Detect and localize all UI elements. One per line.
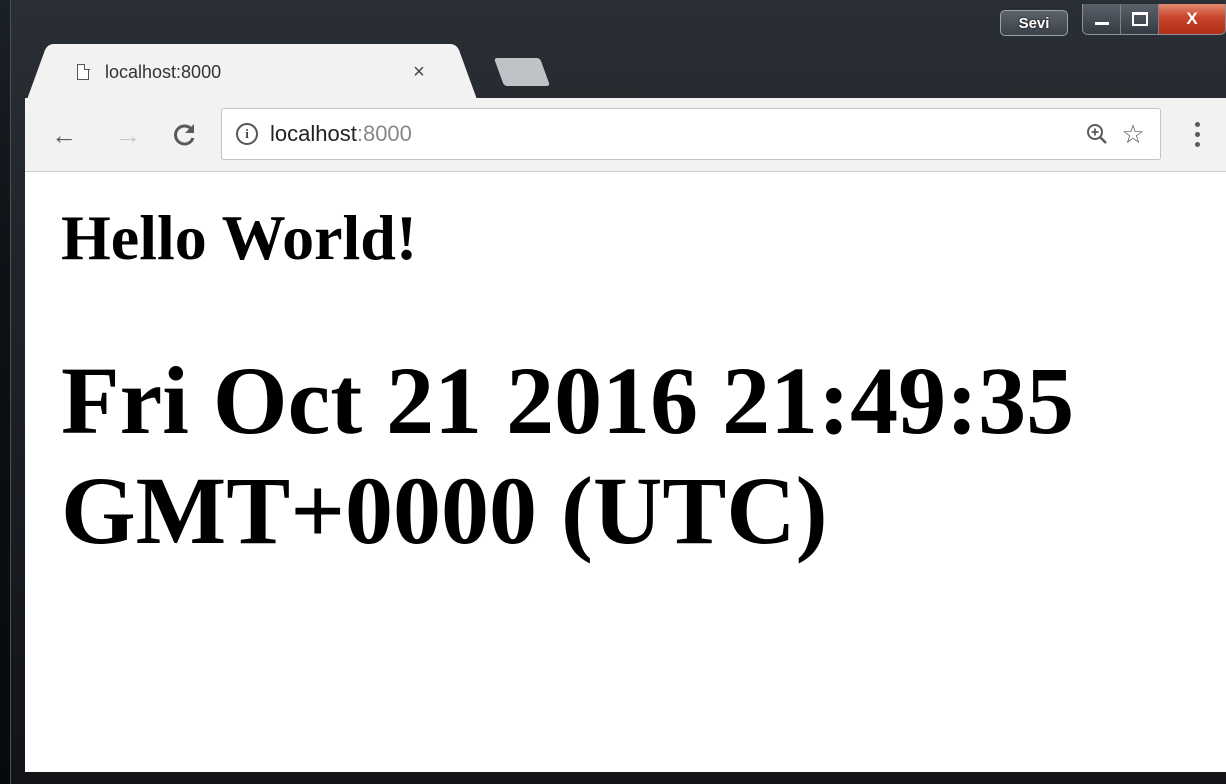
reload-button[interactable] — [170, 120, 200, 150]
forward-arrow-icon: → — [115, 119, 141, 150]
hello-heading: Hello World! — [61, 202, 418, 273]
forward-button[interactable]: → — [113, 120, 143, 150]
url-host: localhost — [270, 121, 357, 146]
tab-close-icon[interactable]: × — [409, 61, 429, 84]
profile-name: Sevi — [1018, 14, 1050, 32]
desktop-background: Sevi X localhost:8000 × ← → i localhost:… — [0, 0, 1226, 784]
address-bar[interactable]: i localhost:8000 ☆ — [221, 108, 1161, 160]
page-icon — [77, 63, 90, 80]
page-content: Hello World! Fri Oct 21 2016 21:49:35 GM… — [25, 172, 1226, 772]
caption-controls: Sevi X — [1000, 0, 1226, 40]
toolbar: ← → i localhost:8000 ☆ — [25, 98, 1226, 172]
datetime-heading: Fri Oct 21 2016 21:49:35 GMT+0000 (UTC) — [61, 347, 1075, 564]
tab-strip: localhost:8000 × — [51, 44, 651, 100]
close-window-button[interactable]: X — [1159, 4, 1225, 34]
menu-dot-icon — [1194, 141, 1200, 147]
maximize-button[interactable] — [1121, 4, 1159, 34]
url-text[interactable]: localhost:8000 — [270, 121, 1082, 147]
star-glyph: ☆ — [1121, 118, 1145, 149]
minimize-icon — [1094, 21, 1109, 25]
maximize-icon — [1131, 12, 1148, 26]
zoom-in-icon — [1087, 124, 1107, 144]
info-icon[interactable]: i — [236, 123, 258, 145]
menu-dot-icon — [1194, 121, 1200, 127]
menu-dot-icon — [1194, 131, 1200, 137]
back-button[interactable]: ← — [49, 120, 79, 150]
info-glyph: i — [245, 126, 249, 141]
reload-icon — [174, 124, 195, 146]
close-icon: X — [1186, 9, 1198, 28]
zoom-icon[interactable] — [1082, 119, 1112, 149]
profile-button[interactable]: Sevi — [1000, 10, 1068, 36]
browser-window: Sevi X localhost:8000 × ← → i localhost:… — [10, 0, 1226, 784]
url-port: :8000 — [356, 121, 412, 146]
back-arrow-icon: ← — [51, 119, 77, 150]
tab-localhost[interactable]: localhost:8000 × — [51, 44, 453, 100]
window-buttons: X — [1082, 4, 1226, 35]
minimize-button[interactable] — [1083, 4, 1121, 34]
tab-title: localhost:8000 — [105, 61, 222, 82]
bookmark-star-icon[interactable]: ☆ — [1118, 119, 1148, 149]
new-tab-button[interactable] — [493, 58, 551, 86]
menu-button[interactable] — [1187, 118, 1207, 150]
